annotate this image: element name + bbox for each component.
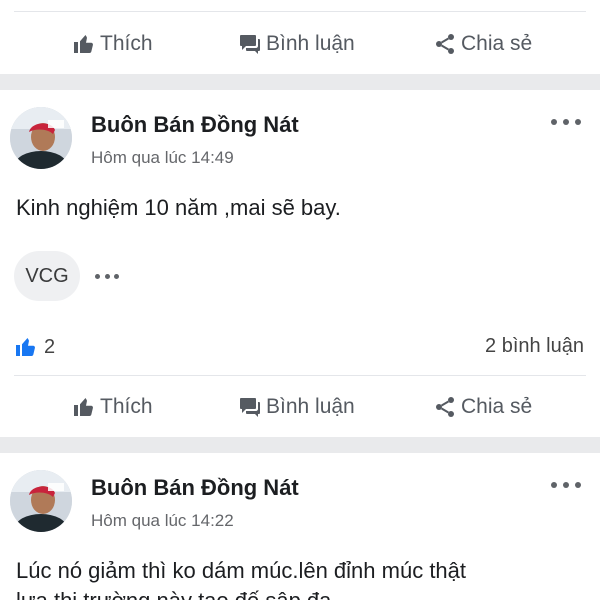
post-author[interactable]: Buôn Bán Đồng Nát: [91, 112, 299, 138]
share-button[interactable]: Chia sẻ: [433, 13, 532, 75]
post-text: lựa thị trường này tạo đế sập đạ: [16, 588, 331, 600]
divider: [14, 11, 586, 12]
post-separator: [0, 74, 600, 90]
post-timestamp[interactable]: Hôm qua lúc 14:22: [91, 511, 234, 531]
more-icon[interactable]: [551, 112, 581, 132]
share-icon: [433, 32, 457, 56]
reaction-count[interactable]: 2: [14, 335, 55, 359]
share-label: Chia sẻ: [461, 32, 533, 55]
more-icon[interactable]: [551, 475, 581, 495]
comment-icon: [238, 395, 262, 419]
thumbs-up-icon: [72, 32, 96, 56]
post-text: Lúc nó giảm thì ko dám múc.lên đỉnh múc …: [16, 558, 467, 583]
thumbs-up-icon: [72, 395, 96, 419]
post-card: Buôn Bán Đồng Nát Hôm qua lúc 14:22 Lúc …: [0, 453, 600, 600]
share-button[interactable]: Chia sẻ: [433, 376, 532, 438]
more-icon[interactable]: [95, 271, 119, 281]
post-text: Kinh nghiệm 10 năm ,mai sẽ bay.: [16, 195, 341, 220]
like-reaction-icon: [14, 335, 38, 359]
comment-button[interactable]: Bình luận: [238, 13, 355, 75]
comment-label: Bình luận: [266, 395, 355, 418]
comment-icon: [238, 32, 262, 56]
like-button[interactable]: Thích: [72, 376, 153, 438]
like-label: Thích: [100, 395, 153, 418]
share-label: Chia sẻ: [461, 395, 533, 418]
action-bar: Thích Bình luận Chia sẻ: [0, 376, 600, 438]
avatar[interactable]: [10, 107, 72, 169]
stock-tag-chip[interactable]: VCG: [14, 251, 80, 301]
comment-count[interactable]: 2 bình luận: [485, 335, 584, 358]
avatar[interactable]: [10, 470, 72, 532]
comment-label: Bình luận: [266, 32, 355, 55]
action-bar: Thích Bình luận Chia sẻ: [0, 13, 600, 75]
post-author[interactable]: Buôn Bán Đồng Nát: [91, 475, 299, 501]
post-separator: [0, 437, 600, 453]
share-icon: [433, 395, 457, 419]
like-count: 2: [44, 335, 56, 358]
comment-button[interactable]: Bình luận: [238, 376, 355, 438]
post-timestamp[interactable]: Hôm qua lúc 14:49: [91, 148, 234, 168]
like-label: Thích: [100, 32, 153, 55]
like-button[interactable]: Thích: [72, 13, 153, 75]
